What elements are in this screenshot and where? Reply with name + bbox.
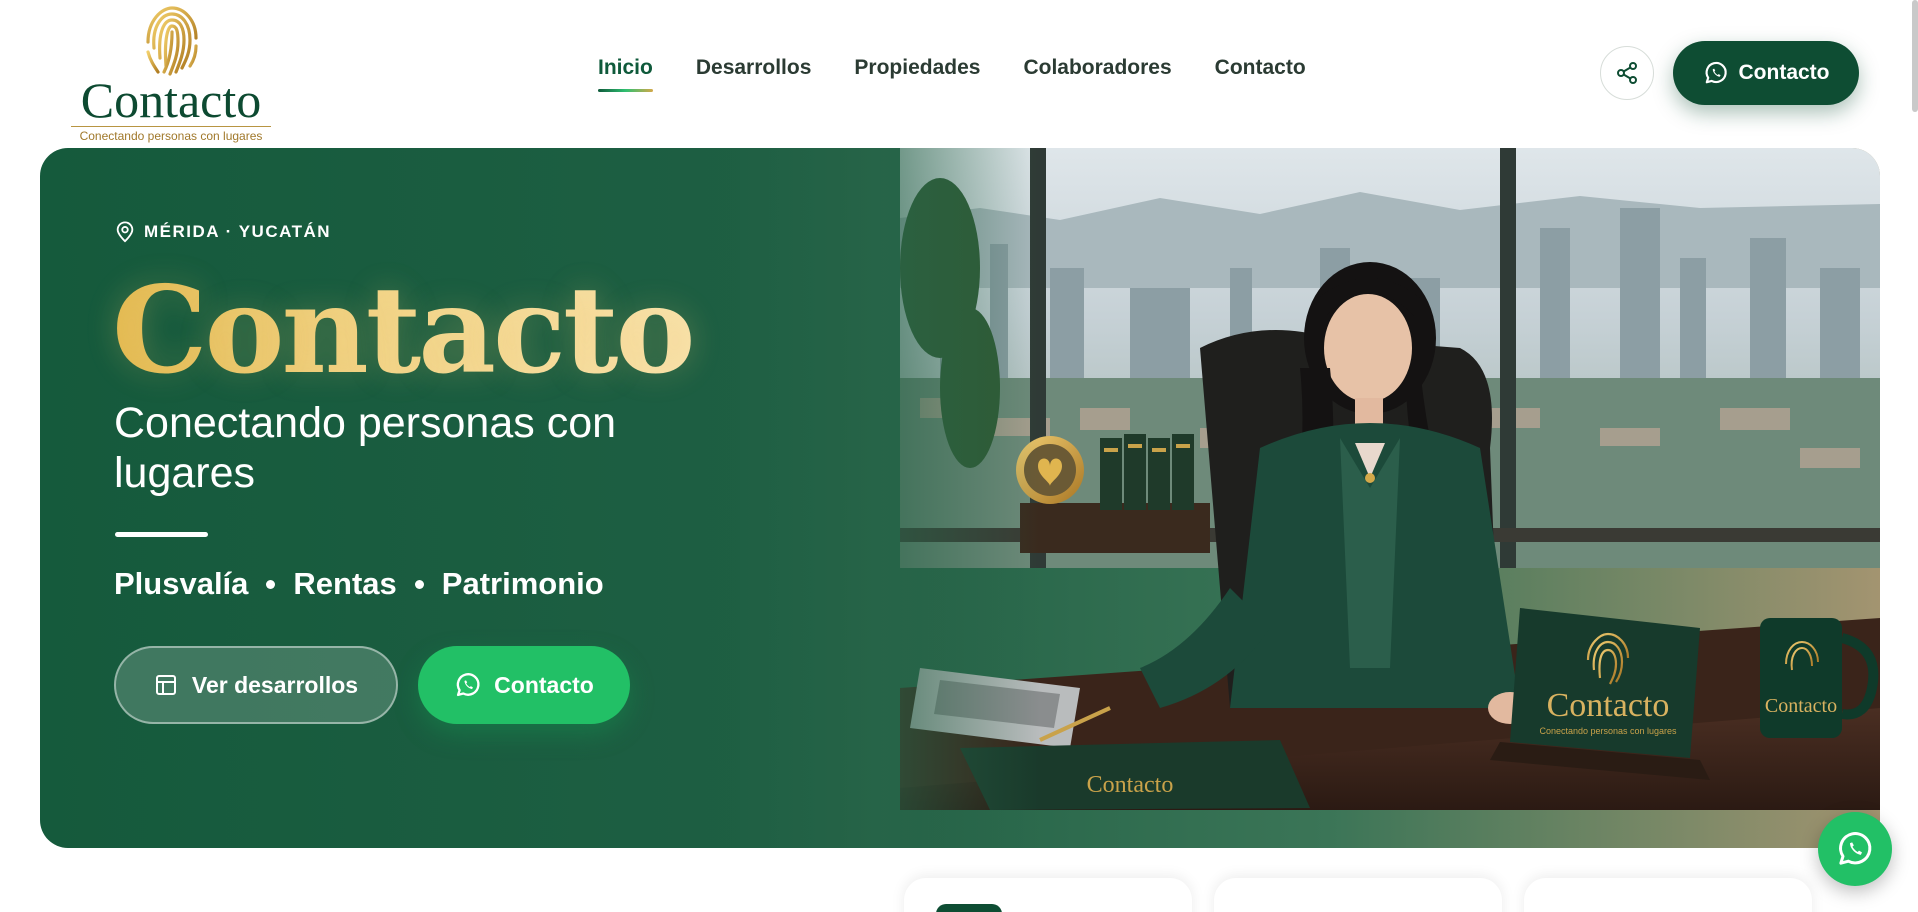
hero-banner: Contacto Contacto Conectando personas co…	[40, 148, 1880, 848]
whatsapp-icon	[456, 673, 480, 697]
page: Contacto Conectando personas con lugares…	[0, 0, 1918, 912]
hero-photo: Contacto Contacto Conectando personas co…	[900, 148, 1880, 810]
office-scene-illustration: Contacto Contacto Conectando personas co…	[900, 148, 1880, 810]
location-text: MÉRIDA · YUCATÁN	[144, 222, 332, 241]
hero-pillars: Plusvalía Rentas Patrimonio	[114, 566, 604, 602]
location-label: MÉRIDA · YUCATÁN	[114, 220, 331, 244]
pillar-plusvalia: Plusvalía	[114, 566, 249, 601]
nav-item-propiedades[interactable]: Propiedades	[854, 56, 980, 86]
mug-logo-text: Contacto	[1765, 695, 1837, 717]
plaque-tagline: Conectando personas con lugares	[1539, 726, 1677, 736]
header-contact-label: Contacto	[1738, 61, 1830, 84]
ver-desarrollos-button[interactable]: Ver desarrollos	[114, 646, 398, 724]
pillar-patrimonio: Patrimonio	[441, 566, 604, 601]
logo-tagline: Conectando personas con lugares	[71, 126, 271, 143]
fingerprint-logo-icon	[146, 6, 198, 76]
share-button[interactable]	[1600, 46, 1654, 100]
logo[interactable]: Contacto Conectando personas con lugares	[70, 2, 272, 143]
card-icon-chip	[936, 904, 1002, 912]
share-icon	[1617, 62, 1637, 84]
pillar-rentas: Rentas	[293, 566, 397, 601]
map-pin-icon	[116, 221, 134, 243]
nav-item-inicio[interactable]: Inicio	[598, 56, 653, 92]
pillar-separator	[414, 579, 424, 589]
nav-item-desarrollos[interactable]: Desarrollos	[696, 56, 812, 86]
page-scrollbar[interactable]	[1912, 0, 1918, 112]
nav-item-contacto[interactable]: Contacto	[1215, 56, 1306, 86]
site-header: Contacto Conectando personas con lugares…	[0, 0, 1918, 148]
layout-icon	[155, 675, 176, 695]
nav-item-colaboradores[interactable]: Colaboradores	[1023, 56, 1171, 86]
whatsapp-icon	[1839, 832, 1872, 865]
plaque-logo-text: Contacto	[1547, 687, 1670, 724]
hero-contact-label: Contacto	[494, 671, 594, 698]
feature-card[interactable]	[1524, 878, 1812, 912]
header-contact-button[interactable]: Contacto	[1673, 41, 1859, 105]
feature-card[interactable]	[1214, 878, 1502, 912]
hero-slogan: Conectando personas con lugares	[114, 399, 617, 497]
hero-divider	[115, 532, 208, 537]
folder-logo-text: Contacto	[1087, 772, 1174, 798]
logo-wordmark: Contacto	[80, 72, 262, 128]
hero-gradient-overlay	[740, 148, 1040, 848]
whatsapp-icon	[1705, 61, 1727, 84]
floating-whatsapp-button[interactable]	[1818, 812, 1892, 886]
ver-desarrollos-label: Ver desarrollos	[191, 671, 359, 698]
feature-card[interactable]	[904, 878, 1192, 912]
hero-brand-title: Contacto	[112, 260, 696, 401]
hero-contact-button[interactable]: Contacto	[418, 646, 630, 724]
pillar-separator	[266, 579, 276, 589]
main-nav: Inicio Desarrollos Propiedades Colaborad…	[598, 56, 1349, 92]
